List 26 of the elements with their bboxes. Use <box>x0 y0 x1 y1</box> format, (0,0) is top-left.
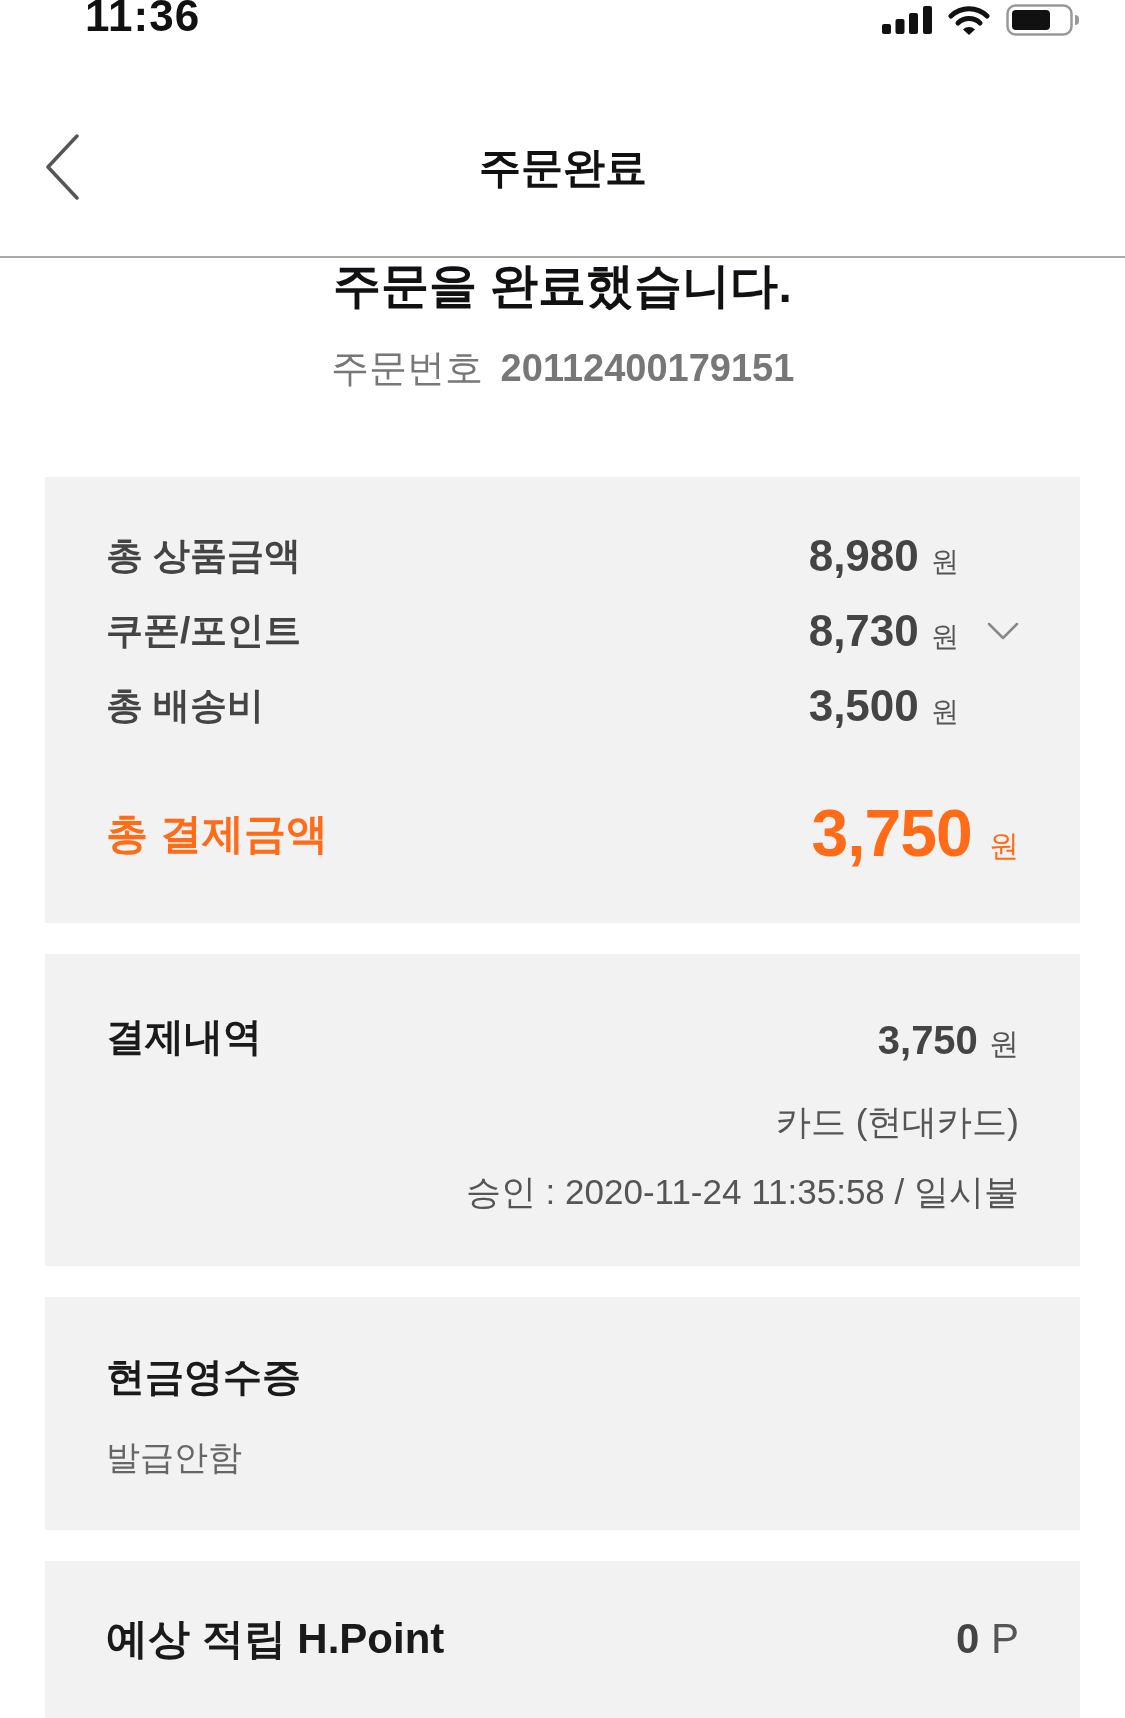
section-title: 결제내역 <box>106 1014 262 1060</box>
summary-label: 쿠폰/포인트 <box>106 609 302 651</box>
page-title: 주문완료 <box>478 143 647 191</box>
back-icon[interactable] <box>45 134 79 200</box>
battery-icon <box>1006 4 1080 36</box>
receipt-status: 발급안함 <box>106 1437 242 1478</box>
status-time: 11:36 <box>85 0 201 38</box>
signal-icon <box>882 6 932 34</box>
order-number-label: 주문번호 <box>330 346 483 391</box>
points-amount: 0 P <box>955 1614 1019 1664</box>
amount-text: 3,500 원 <box>808 679 959 732</box>
completion-message: 주문을 완료했습니다. <box>333 259 792 312</box>
amount-text: 3,750 원 <box>877 1017 1019 1064</box>
approval-info: 승인 : 2020-11-24 11:35:58 / 일시불 <box>465 1171 1019 1213</box>
total-label: 총 결제금액 <box>106 809 328 857</box>
summary-label: 총 배송비 <box>106 684 265 726</box>
total-amount: 3,750 원 <box>811 794 1019 872</box>
amount-text: 8,980 원 <box>808 529 959 582</box>
payment-method: 카드 (현대카드) <box>775 1101 1019 1143</box>
summary-label: 총 상품금액 <box>106 534 302 576</box>
chevron-icon[interactable] <box>987 621 1019 640</box>
amount-text: 8,730 원 <box>808 604 959 657</box>
order-number: 20112400179151 <box>500 346 795 391</box>
section-title: 예상 적립 H.Point <box>106 1614 445 1664</box>
wifi-icon <box>948 5 990 35</box>
section-title: 현금영수증 <box>106 1354 301 1400</box>
